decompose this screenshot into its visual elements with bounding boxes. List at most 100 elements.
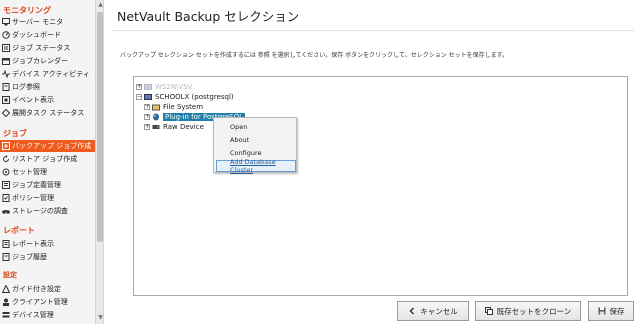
sidebar-item-label: ポリシー管理 xyxy=(12,194,54,202)
sidebar-item-label: レポート表示 xyxy=(12,240,54,248)
sidebar-item-policy[interactable]: ポリシー管理 xyxy=(2,192,94,204)
postgresql-icon xyxy=(152,113,160,121)
sidebar-item-event-view[interactable]: イベント表示 xyxy=(2,94,94,106)
sidebar-item-device-management[interactable]: デバイス管理 xyxy=(2,309,94,321)
sidebar-item-label: サーバー モニタ xyxy=(12,18,64,26)
job-definition-icon xyxy=(2,181,10,189)
sidebar-item-label: 展開タスク ステータス xyxy=(12,109,85,117)
sidebar-item-view-reports[interactable]: レポート表示 xyxy=(2,238,94,250)
sidebar-item-label: デバイス管理 xyxy=(12,311,54,319)
sidebar-item-label: デバイス アクティビティ xyxy=(12,70,90,78)
save-button[interactable]: 保存 xyxy=(588,301,634,321)
filesystem-icon xyxy=(152,103,160,111)
log-icon xyxy=(2,83,10,91)
clone-existing-set-button[interactable]: 既存セットをクローン xyxy=(475,301,581,321)
sidebar-item-label: クライアント管理 xyxy=(12,298,68,306)
sidebar-item-label: リストア ジョブ作成 xyxy=(12,155,78,163)
event-icon xyxy=(2,96,10,104)
cancel-button-label: キャンセル xyxy=(420,306,458,316)
sidebar-section-settings: 設定 xyxy=(3,271,17,279)
tree-node-label: Raw Device xyxy=(163,123,204,131)
server-icon xyxy=(144,83,152,91)
sidebar-item-label: バックアップ ジョブ作成 xyxy=(12,142,92,150)
binoculars-icon xyxy=(2,207,10,215)
tree-node-label: SCHOOLX (postgresql) xyxy=(155,93,234,101)
calendar-icon xyxy=(2,57,10,65)
tree-node-file-system[interactable]: + File System xyxy=(144,102,203,112)
save-button-label: 保存 xyxy=(609,306,625,316)
page-description: バックアップ セレクション セットを作成するには 参照 を選択してください。保存… xyxy=(120,52,509,59)
sidebar-item-client-management[interactable]: クライアント管理 xyxy=(2,296,94,308)
backup-icon xyxy=(2,142,10,150)
server-icon xyxy=(144,93,152,101)
collapse-toggle[interactable]: − xyxy=(136,94,142,100)
deploy-icon xyxy=(2,109,10,117)
sidebar-item-create-backup-job[interactable]: バックアップ ジョブ作成 xyxy=(0,140,95,152)
sidebar-item-explore-storage[interactable]: ストレージの調査 xyxy=(2,205,94,217)
policy-icon xyxy=(2,194,10,202)
scrollbar-thumb[interactable] xyxy=(97,12,103,242)
sidebar-item-label: ストレージの調査 xyxy=(12,207,68,215)
guide-icon xyxy=(2,285,10,293)
clone-button-label: 既存セットをクローン xyxy=(496,306,572,316)
tree-node-label: WS2N\VSV xyxy=(155,83,193,91)
sidebar-item-label: ジョブ履歴 xyxy=(12,253,47,261)
clone-icon xyxy=(484,307,493,315)
dashboard-icon xyxy=(2,31,10,39)
job-status-icon xyxy=(2,44,10,52)
sidebar-item-label: セット管理 xyxy=(12,168,47,176)
sidebar-item-guided-setup[interactable]: ガイド付き設定 xyxy=(2,283,94,295)
sidebar-item-label: ガイド付き設定 xyxy=(12,285,61,293)
sidebar-item-job-definition[interactable]: ジョブ定義管理 xyxy=(2,179,94,191)
tree-node-raw-device[interactable]: + Raw Device xyxy=(144,122,204,132)
sidebar-item-label: ダッシュボード xyxy=(12,31,61,39)
sidebar-item-device-activity[interactable]: デバイス アクティビティ xyxy=(2,68,94,80)
sidebar-item-label: イベント表示 xyxy=(12,96,54,104)
sidebar-item-dashboard[interactable]: ダッシュボード xyxy=(2,29,94,41)
tree-node-schoolx[interactable]: − SCHOOLX (postgresql) xyxy=(136,92,234,102)
history-icon xyxy=(2,253,10,261)
scroll-down-arrow-icon[interactable]: ▼ xyxy=(97,314,103,322)
header-divider xyxy=(112,30,634,31)
context-menu-open[interactable]: Open xyxy=(216,121,296,133)
sidebar-item-label: ジョブ ステータス xyxy=(12,44,71,52)
chevron-left-icon xyxy=(408,307,416,315)
sidebar-item-create-restore-job[interactable]: リストア ジョブ作成 xyxy=(2,153,94,165)
sidebar-section-report: レポート xyxy=(3,226,35,235)
sidebar-item-job-status[interactable]: ジョブ ステータス xyxy=(2,42,94,54)
cancel-button[interactable]: キャンセル xyxy=(397,301,469,321)
page-title: NetVault Backup セレクション xyxy=(117,9,300,24)
save-icon xyxy=(598,307,606,315)
sidebar-item-job-history[interactable]: ジョブ履歴 xyxy=(2,251,94,263)
activity-icon xyxy=(2,70,10,78)
context-menu-about[interactable]: About xyxy=(216,134,296,146)
sidebar-item-label: ジョブカレンダー xyxy=(12,57,68,65)
tree-node-label: File System xyxy=(163,103,204,111)
scroll-up-arrow-icon[interactable]: ▲ xyxy=(97,1,103,9)
context-menu-add-database-cluster[interactable]: Add Database Cluster xyxy=(216,158,296,174)
selection-tree-panel: + WS2N\VSV − SCHOOLX (postgresql) + File… xyxy=(133,76,628,296)
expand-toggle[interactable]: + xyxy=(144,124,150,130)
sets-icon xyxy=(2,168,10,176)
sidebar-item-set-management[interactable]: セット管理 xyxy=(2,166,94,178)
device-icon xyxy=(2,311,10,319)
expand-toggle[interactable]: + xyxy=(136,84,142,90)
report-icon xyxy=(2,240,10,248)
context-menu: Open About Configure Add Database Cluste… xyxy=(213,117,297,174)
monitor-icon xyxy=(2,18,10,26)
sidebar-item-deploy-status[interactable]: 展開タスク ステータス xyxy=(2,107,94,119)
sidebar-item-server-monitor[interactable]: サーバー モニタ xyxy=(2,16,94,28)
raw-device-icon xyxy=(152,123,160,131)
sidebar-item-label: ログ参照 xyxy=(12,83,40,91)
sidebar-scrollbar[interactable]: ▲ ▼ xyxy=(95,0,103,324)
sidebar-section-job: ジョブ xyxy=(3,129,27,138)
sidebar: モニタリング サーバー モニタ ダッシュボード ジョブ ステータス ジョブカレン… xyxy=(0,0,104,324)
sidebar-item-label: ジョブ定義管理 xyxy=(12,181,61,189)
sidebar-item-log-view[interactable]: ログ参照 xyxy=(2,81,94,93)
tree-node-ws2nvsv[interactable]: + WS2N\VSV xyxy=(136,82,192,92)
sidebar-section-monitoring: モニタリング xyxy=(3,6,51,15)
expand-toggle[interactable]: + xyxy=(144,114,150,120)
expand-toggle[interactable]: + xyxy=(144,104,150,110)
sidebar-item-job-calendar[interactable]: ジョブカレンダー xyxy=(2,55,94,67)
client-icon xyxy=(2,298,10,306)
